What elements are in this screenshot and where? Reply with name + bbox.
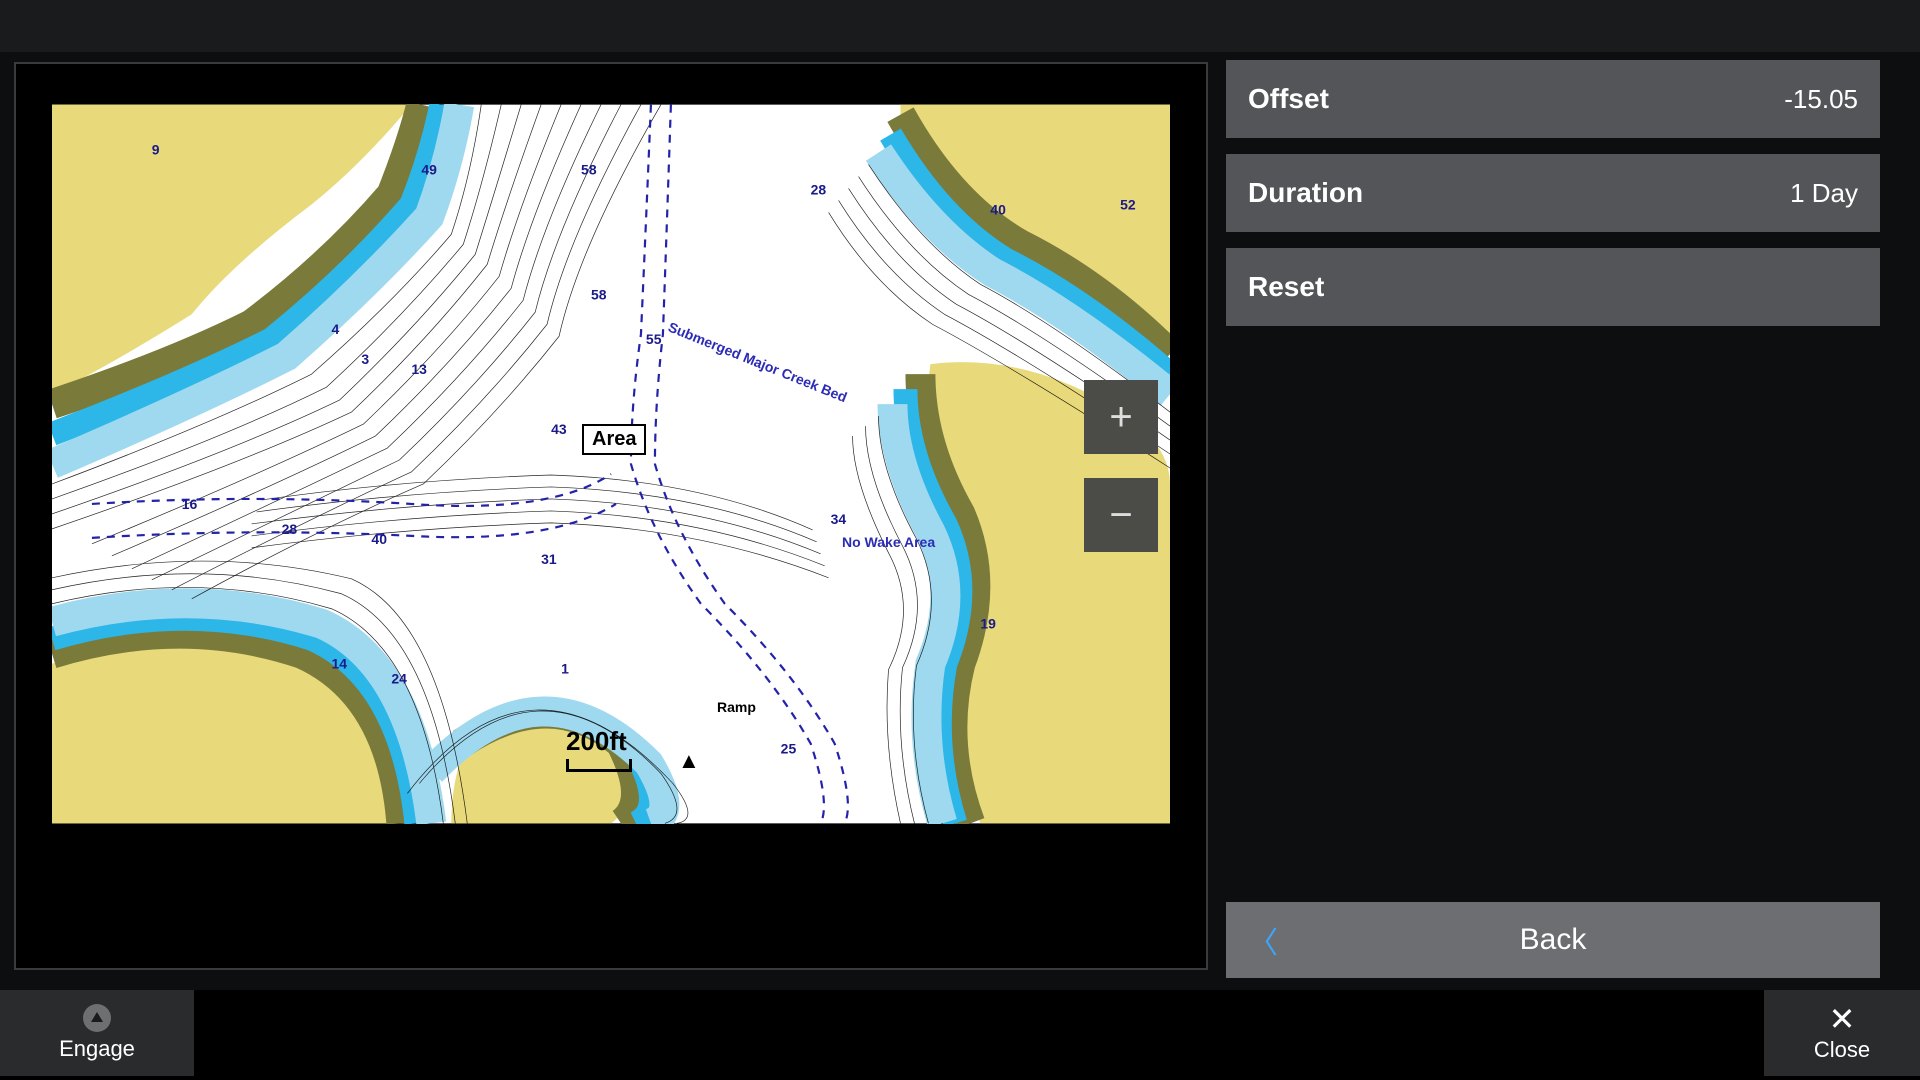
engage-icon <box>83 1004 111 1032</box>
svg-text:40: 40 <box>371 531 387 547</box>
svg-text:1: 1 <box>561 661 569 677</box>
engage-button[interactable]: Engage <box>0 990 194 1076</box>
scale-bar-icon <box>566 759 632 772</box>
duration-row[interactable]: Duration 1 Day <box>1226 154 1880 232</box>
map-container: 94958 284052 4313 554358 162840 3134 142… <box>0 52 1218 990</box>
svg-text:52: 52 <box>1120 196 1136 212</box>
chart-svg: 94958 284052 4313 554358 162840 3134 142… <box>52 104 1170 824</box>
map-text-nowake: No Wake Area <box>842 534 935 550</box>
area-label: Area <box>582 424 646 455</box>
zoom-in-button[interactable]: + <box>1084 380 1158 454</box>
svg-text:28: 28 <box>282 521 298 537</box>
close-label: Close <box>1814 1037 1870 1063</box>
svg-text:24: 24 <box>391 671 407 687</box>
back-button[interactable]: 〈 Back <box>1226 902 1880 978</box>
svg-text:43: 43 <box>551 421 567 437</box>
svg-text:28: 28 <box>811 181 827 197</box>
svg-text:49: 49 <box>421 162 437 178</box>
zoom-out-button[interactable]: − <box>1084 478 1158 552</box>
svg-text:16: 16 <box>182 496 198 512</box>
svg-text:9: 9 <box>152 142 160 158</box>
main-area: 94958 284052 4313 554358 162840 3134 142… <box>0 52 1920 990</box>
svg-text:55: 55 <box>646 331 662 347</box>
duration-label: Duration <box>1248 177 1363 209</box>
reset-button[interactable]: Reset <box>1226 248 1880 326</box>
bottom-bar: Engage ✕ Close <box>0 990 1920 1076</box>
svg-text:25: 25 <box>781 740 797 756</box>
svg-text:19: 19 <box>980 616 996 632</box>
svg-text:58: 58 <box>591 286 607 302</box>
duration-value: 1 Day <box>1790 178 1858 209</box>
svg-text:13: 13 <box>411 361 427 377</box>
zoom-controls: + − <box>1084 380 1158 576</box>
svg-text:3: 3 <box>361 351 369 367</box>
close-button[interactable]: ✕ Close <box>1764 990 1920 1076</box>
offset-row[interactable]: Offset -15.05 <box>1226 60 1880 138</box>
close-icon: ✕ <box>1829 1003 1856 1035</box>
back-label: Back <box>1520 923 1587 957</box>
plus-icon: + <box>1109 395 1132 440</box>
map-frame: 94958 284052 4313 554358 162840 3134 142… <box>14 62 1208 970</box>
svg-text:40: 40 <box>990 201 1006 217</box>
engage-label: Engage <box>59 1036 135 1062</box>
offset-value: -15.05 <box>1784 84 1858 115</box>
chevron-left-icon: 〈 <box>1248 918 1278 962</box>
svg-text:31: 31 <box>541 551 557 567</box>
svg-text:34: 34 <box>831 511 847 527</box>
settings-panel: Offset -15.05 Duration 1 Day Reset 〈 Bac… <box>1218 52 1906 990</box>
scale-label: 200ft <box>566 726 627 757</box>
map-text-ramp: Ramp <box>717 699 756 715</box>
minus-icon: − <box>1109 493 1132 538</box>
offset-label: Offset <box>1248 83 1329 115</box>
scale-indicator: 200ft <box>566 726 632 772</box>
top-bar <box>0 0 1920 52</box>
bathymetric-chart[interactable]: 94958 284052 4313 554358 162840 3134 142… <box>52 104 1170 824</box>
svg-text:4: 4 <box>332 321 340 337</box>
svg-text:58: 58 <box>581 162 597 178</box>
north-arrow-icon: ▲ <box>678 748 700 774</box>
svg-text:14: 14 <box>332 656 348 672</box>
reset-label: Reset <box>1248 271 1324 303</box>
